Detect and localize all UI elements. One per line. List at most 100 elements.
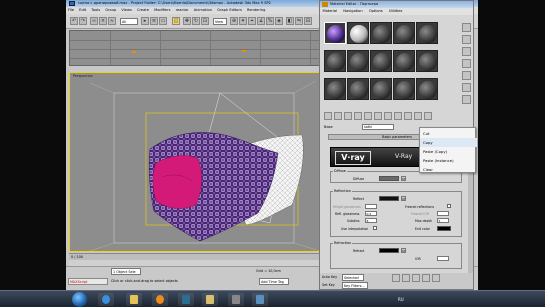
put-to-library-icon[interactable]	[374, 112, 382, 120]
mat-menu-options[interactable]: Options	[366, 9, 385, 13]
reference-coord-select[interactable]: View	[213, 18, 227, 25]
mat-menu-navigation[interactable]: Navigation	[341, 9, 365, 13]
material-slot[interactable]	[324, 50, 346, 72]
ctx-clear[interactable]: Clear	[420, 165, 477, 174]
options-icon[interactable]	[462, 95, 471, 104]
show-map-in-viewport-icon[interactable]	[394, 112, 402, 120]
ctx-paste-instance[interactable]: Paste (Instance)	[420, 156, 477, 165]
put-to-scene-icon[interactable]	[334, 112, 342, 120]
align-icon[interactable]: ⊟	[304, 17, 312, 25]
next-frame-icon[interactable]	[422, 274, 430, 282]
reflect-map-button[interactable]: M	[401, 196, 406, 201]
ior-spinner[interactable]	[437, 256, 449, 261]
ctx-paste-copy[interactable]: Paste (Copy)	[420, 147, 477, 156]
menu-reactor[interactable]: reactor	[174, 8, 191, 12]
mat-menu-utilities[interactable]: Utilities	[386, 9, 405, 13]
refract-color-swatch[interactable]	[379, 248, 399, 253]
go-to-end-icon[interactable]	[432, 274, 440, 282]
ctx-cut[interactable]: Cut	[420, 129, 477, 138]
tray-language[interactable]: RU	[398, 291, 404, 307]
go-forward-sibling-icon[interactable]	[424, 112, 432, 120]
material-slot[interactable]	[393, 22, 415, 44]
material-slot[interactable]	[347, 50, 369, 72]
refl-glossiness-spinner[interactable]: 0,5	[365, 211, 377, 216]
menu-edit[interactable]: Edit	[77, 8, 88, 12]
make-preview-icon[interactable]	[462, 83, 471, 92]
hilight-glossiness-spinner[interactable]	[365, 204, 377, 209]
diffuse-map-button[interactable]: M	[401, 176, 406, 181]
material-slot[interactable]	[370, 78, 392, 100]
get-material-icon[interactable]	[324, 112, 332, 120]
undo-icon[interactable]: ↶	[70, 17, 78, 25]
menu-modifiers[interactable]: Modifiers	[152, 8, 172, 12]
diffuse-color-swatch[interactable]	[379, 176, 399, 181]
taskbar-folder[interactable]	[202, 293, 218, 306]
select-scale-icon[interactable]: ⊡	[201, 17, 209, 25]
fresnel-ior-spinner[interactable]	[437, 211, 449, 216]
background-icon[interactable]	[462, 47, 471, 56]
taskbar-3dsmax[interactable]	[178, 293, 194, 306]
light-gizmo[interactable]	[132, 51, 136, 53]
selection-filter-select[interactable]: All	[120, 18, 138, 25]
add-time-tag-button[interactable]: Add Time Tag	[259, 278, 289, 285]
spinner-snap-icon[interactable]: ◈	[275, 17, 283, 25]
material-slot[interactable]	[416, 22, 438, 44]
unlink-icon[interactable]: ×	[99, 17, 107, 25]
start-button[interactable]	[72, 292, 87, 307]
go-to-parent-icon[interactable]	[414, 112, 422, 120]
taskbar-ie[interactable]	[98, 293, 114, 306]
material-slot[interactable]	[416, 50, 438, 72]
material-slot[interactable]	[370, 22, 392, 44]
reflect-color-swatch[interactable]	[379, 196, 399, 201]
auto-key-button[interactable]: Auto Key	[322, 274, 337, 281]
snap-icon[interactable]: ⌖	[248, 17, 256, 25]
perspective-viewport[interactable]: Perspective	[69, 72, 325, 252]
play-icon[interactable]	[412, 274, 420, 282]
material-slot[interactable]	[393, 50, 415, 72]
menu-rendering[interactable]: Rendering	[245, 8, 267, 12]
select-move-icon[interactable]: ✥	[183, 17, 191, 25]
reset-map-icon[interactable]	[354, 112, 362, 120]
taskbar-material-editor[interactable]	[228, 293, 244, 306]
ctx-copy[interactable]: Copy	[420, 138, 477, 147]
set-key-button[interactable]: Set Key	[322, 282, 335, 289]
camera-gizmo[interactable]	[242, 50, 246, 52]
material-slot[interactable]	[416, 78, 438, 100]
window-crossing-icon[interactable]: ◫	[172, 17, 180, 25]
material-name-input[interactable]: satin	[362, 124, 394, 130]
menu-group[interactable]: Group	[103, 8, 118, 12]
material-slot[interactable]	[393, 78, 415, 100]
percent-snap-icon[interactable]: %	[266, 17, 274, 25]
use-interpolation-checkbox[interactable]	[373, 226, 377, 230]
material-slot[interactable]	[347, 22, 369, 44]
material-slot[interactable]	[324, 78, 346, 100]
assign-to-selection-icon[interactable]	[344, 112, 352, 120]
exit-color-swatch[interactable]	[437, 226, 451, 231]
sample-uv-tiling-icon[interactable]	[462, 59, 471, 68]
link-icon[interactable]: ∞	[90, 17, 98, 25]
menu-tools[interactable]: Tools	[89, 8, 102, 12]
rect-selection-icon[interactable]: ▭	[159, 17, 167, 25]
time-slider[interactable]: 0 / 100	[69, 253, 325, 260]
key-filters-button[interactable]: Key Filters...	[342, 282, 368, 289]
menu-views[interactable]: Views	[119, 8, 133, 12]
taskbar-app[interactable]	[252, 293, 268, 306]
make-unique-icon[interactable]	[364, 112, 372, 120]
bind-space-warp-icon[interactable]: ≈	[108, 17, 116, 25]
menu-graph-editors[interactable]: Graph Editors	[215, 8, 244, 12]
material-slot[interactable]	[370, 50, 392, 72]
show-end-result-icon[interactable]	[404, 112, 412, 120]
top-viewport[interactable]	[69, 30, 325, 66]
manipulate-icon[interactable]: ✦	[239, 17, 247, 25]
menu-create[interactable]: Create	[135, 8, 151, 12]
mat-menu-material[interactable]: Material	[320, 9, 340, 13]
fresnel-reflections-checkbox[interactable]	[447, 204, 451, 208]
material-slot[interactable]	[347, 78, 369, 100]
maxscript-listener-button[interactable]: MAXScript	[68, 278, 108, 285]
backlight-icon[interactable]	[462, 35, 471, 44]
mirror-icon[interactable]: ⇋	[295, 17, 303, 25]
go-to-start-icon[interactable]	[392, 274, 400, 282]
redo-icon[interactable]: ↷	[79, 17, 87, 25]
select-rotate-icon[interactable]: ↻	[192, 17, 200, 25]
pivot-icon[interactable]: ⊕	[230, 17, 238, 25]
